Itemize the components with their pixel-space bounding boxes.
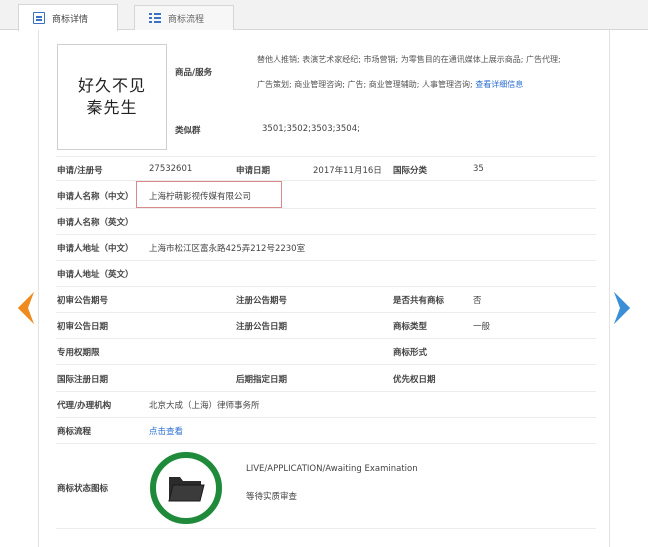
similar-groups-label: 类似群: [175, 126, 201, 136]
preliminary-announcement-date-label: 初审公告日期: [57, 322, 109, 332]
shared-trademark-value: 否: [473, 296, 482, 306]
tab-label: 商标流程: [168, 14, 205, 25]
goods-services-line1: 替他人推销; 表演艺术家经纪; 市场营销; 为零售目的在通讯媒体上展示商品; 广…: [257, 55, 561, 64]
registration-number-value: 27532601: [149, 164, 193, 174]
document-icon: [33, 12, 45, 24]
applicant-address-cn-value: 上海市松江区富永路425弄212号2230室: [149, 244, 306, 254]
row-divider: [56, 312, 596, 313]
row-divider: [56, 364, 596, 365]
trademark-text-line2: 秦先生: [86, 98, 138, 117]
agent-value: 北京大成（上海）律师事务所: [149, 401, 260, 411]
status-chinese: 等待实质审查: [246, 492, 298, 502]
priority-date-label: 优先权日期: [393, 375, 436, 385]
applicant-address-cn-label: 申请人地址（中文）: [57, 244, 134, 254]
view-details-link[interactable]: 查看详细信息: [475, 80, 523, 89]
row-divider: [56, 417, 596, 418]
applicant-highlight-box: [136, 181, 282, 208]
view-process-link[interactable]: 点击查看: [149, 425, 183, 437]
similar-groups-value: 3501;3502;3503;3504;: [262, 124, 360, 134]
application-date-value: 2017年11月16日: [313, 166, 382, 176]
agent-label: 代理/办理机构: [57, 401, 112, 411]
row-divider: [56, 286, 596, 287]
registration-announcement-date-label: 注册公告日期: [236, 322, 288, 332]
tab-trademark-process[interactable]: 商标流程: [134, 5, 234, 30]
status-badge: [150, 452, 222, 524]
tab-bar: 商标详情 商标流程: [0, 0, 648, 31]
international-class-value: 35: [473, 164, 484, 174]
registration-number-label: 申请/注册号: [57, 166, 103, 176]
goods-services-line2: 广告策划; 商业管理咨询; 广告; 商业管理辅助; 人事管理咨询; 查看详细信息: [257, 80, 524, 89]
list-icon: [149, 12, 161, 24]
row-divider: [56, 156, 596, 157]
row-divider: [56, 338, 596, 339]
row-divider: [56, 443, 596, 444]
row-divider: [56, 260, 596, 261]
trademark-type-label: 商标类型: [393, 322, 428, 332]
international-registration-date-label: 国际注册日期: [57, 375, 109, 385]
trademark-text-line1: 好久不见: [77, 76, 146, 95]
row-divider: [56, 528, 596, 529]
row-divider: [56, 391, 596, 392]
registration-announcement-no-label: 注册公告期号: [236, 296, 288, 306]
subsequent-designation-date-label: 后期指定日期: [236, 375, 288, 385]
trademark-image: 好久不见 秦先生: [57, 44, 167, 150]
shared-trademark-label: 是否共有商标: [393, 296, 445, 306]
row-divider: [56, 208, 596, 209]
applicant-name-cn-label: 申请人名称（中文）: [57, 192, 134, 202]
next-arrow-icon[interactable]: [612, 290, 636, 326]
exclusive-right-period-label: 专用权期限: [57, 348, 100, 358]
tab-label: 商标详情: [52, 14, 89, 25]
trademark-form-label: 商标形式: [393, 348, 428, 358]
international-class-label: 国际分类: [393, 166, 428, 176]
preliminary-announcement-no-label: 初审公告期号: [57, 296, 109, 306]
status-english: LIVE/APPLICATION/Awaiting Examination: [246, 464, 418, 474]
trademark-status-label: 商标状态图标: [57, 484, 109, 494]
previous-arrow-icon[interactable]: [12, 290, 36, 326]
tab-trademark-details[interactable]: 商标详情: [18, 4, 118, 31]
row-divider: [56, 234, 596, 235]
applicant-name-en-label: 申请人名称（英文）: [57, 218, 134, 228]
applicant-address-en-label: 申请人地址（英文）: [57, 270, 134, 280]
folder-icon: [168, 477, 205, 502]
application-date-label: 申请日期: [236, 166, 271, 176]
trademark-process-label: 商标流程: [57, 427, 92, 437]
goods-services-label: 商品/服务: [175, 68, 213, 78]
trademark-type-value: 一般: [473, 322, 491, 332]
